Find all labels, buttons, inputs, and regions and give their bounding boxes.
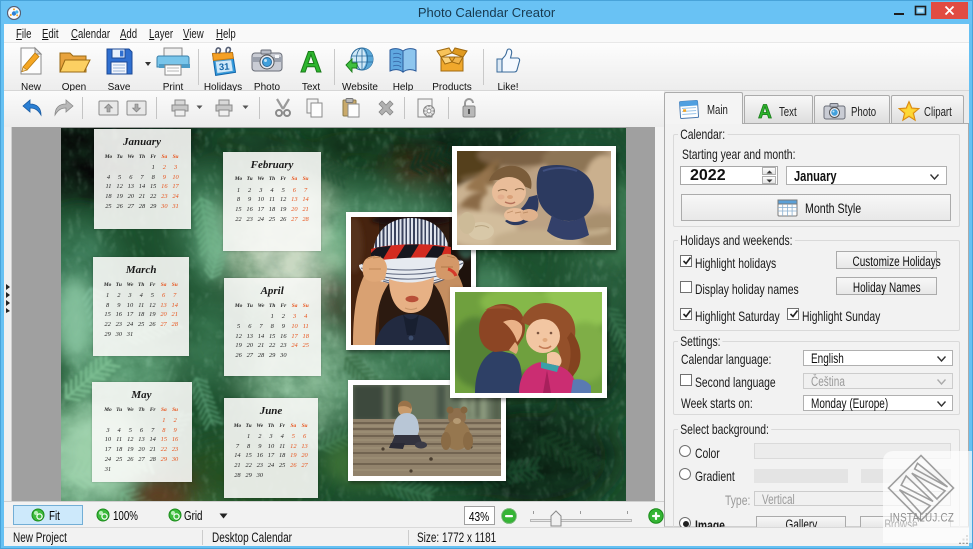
svg-text:INSTALUJ.CZ: INSTALUJ.CZ <box>890 512 954 525</box>
svg-text:A: A <box>758 102 772 121</box>
svg-text:A: A <box>300 46 322 77</box>
svg-text:31: 31 <box>219 62 231 74</box>
